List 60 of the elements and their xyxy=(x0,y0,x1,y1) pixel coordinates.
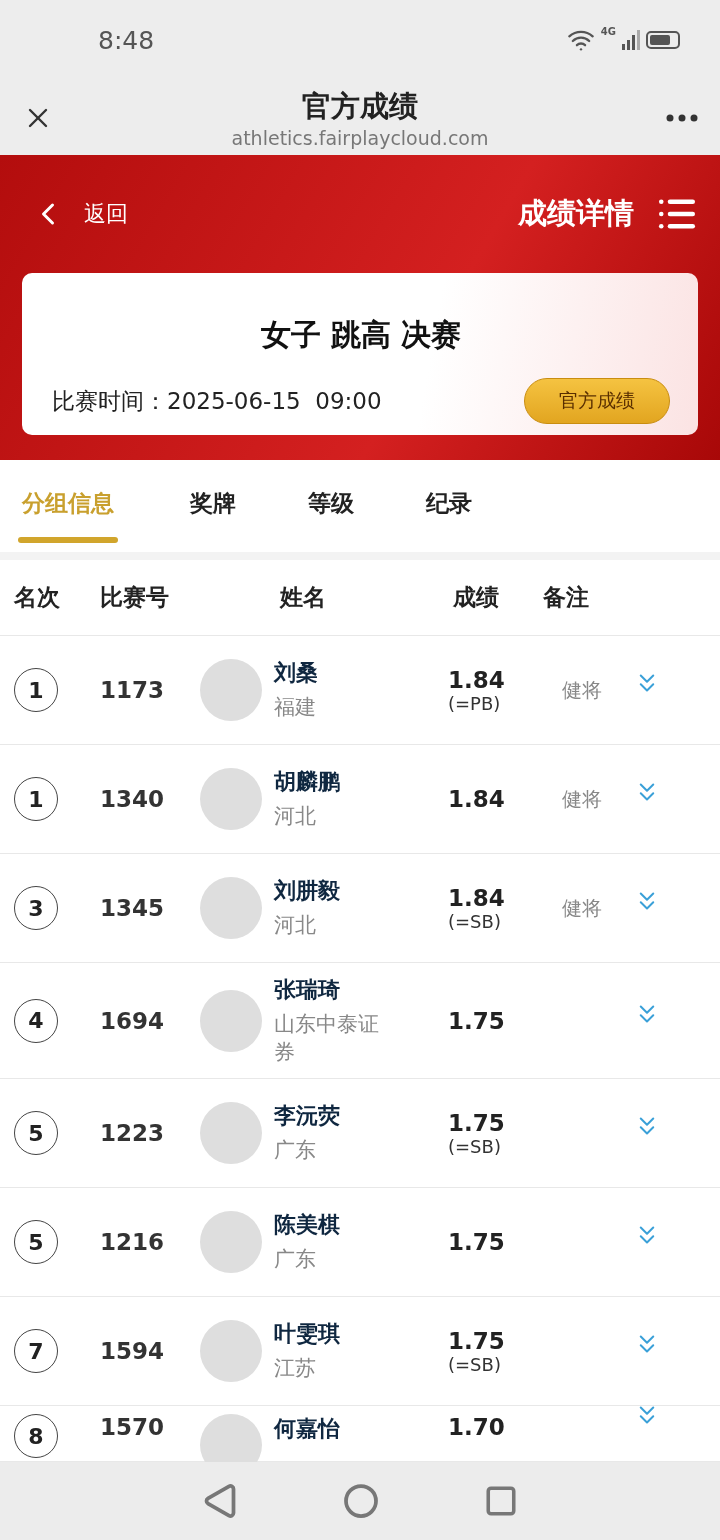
header-title: 成绩详情 xyxy=(518,195,634,232)
tab[interactable]: 等级 xyxy=(308,460,354,552)
athlete-team: 河北 xyxy=(274,803,317,831)
athlete-name: 何嘉怡 xyxy=(274,1415,341,1443)
result-mark: 1.84 xyxy=(448,884,506,911)
more-button[interactable] xyxy=(666,113,698,122)
tab[interactable]: 纪录 xyxy=(426,460,472,552)
athlete-name: 李沅荧 xyxy=(274,1102,341,1131)
athlete-team: 福建 xyxy=(274,694,317,722)
remark-text: 健将 xyxy=(562,895,602,920)
result-note: (=PB) xyxy=(448,692,502,714)
page-url: athletics.fairplaycloud.com xyxy=(231,126,489,149)
page-title: 官方成绩 xyxy=(302,87,418,125)
athlete-name: 胡麟鹏 xyxy=(274,768,341,797)
remark-text: 健将 xyxy=(562,786,602,811)
tab[interactable]: 奖牌 xyxy=(190,460,236,552)
column-header: 姓名 xyxy=(280,583,327,612)
result-note: (=SB) xyxy=(448,1353,502,1375)
column-header: 名次 xyxy=(14,583,61,612)
bib-number: 1694 xyxy=(100,1007,165,1034)
athlete-team: 江苏 xyxy=(274,1355,317,1383)
athlete-name: 陈美棋 xyxy=(274,1211,341,1240)
athlete-name: 叶雯琪 xyxy=(274,1320,341,1349)
remark-text: 健将 xyxy=(562,677,602,702)
event-time: 比赛时间：2025-06-15 09:00 xyxy=(52,386,382,416)
signal-icon xyxy=(622,30,640,50)
network-type: 4G xyxy=(600,26,616,37)
result-mark: 1.75 xyxy=(448,1007,506,1034)
status-time: 8:48 xyxy=(98,25,155,55)
bib-number: 1340 xyxy=(100,786,165,812)
bib-number: 1594 xyxy=(100,1338,165,1364)
result-mark: 1.70 xyxy=(448,1414,506,1440)
back-button[interactable]: 返回 xyxy=(22,196,128,232)
bib-number: 1570 xyxy=(100,1414,165,1440)
result-note: (=SB) xyxy=(448,1135,502,1157)
result-mark: 1.75 xyxy=(448,1327,506,1354)
column-header: 备注 xyxy=(543,583,590,612)
column-header: 成绩 xyxy=(453,583,500,612)
bib-number: 1173 xyxy=(100,677,165,703)
official-results-button[interactable]: 官方成绩 xyxy=(524,378,670,424)
home-nav-icon[interactable] xyxy=(343,1483,379,1519)
bib-number: 1216 xyxy=(100,1229,165,1255)
athlete-team: 山东中泰证券 xyxy=(274,1011,380,1066)
bib-number: 1223 xyxy=(100,1120,165,1146)
result-mark: 1.84 xyxy=(448,786,506,812)
column-header: 比赛号 xyxy=(100,583,170,612)
athlete-team: 广东 xyxy=(274,1246,317,1274)
athlete-name: 刘肼毅 xyxy=(274,877,341,906)
battery-icon xyxy=(646,31,680,49)
result-note: (=SB) xyxy=(448,910,502,932)
recents-nav-icon[interactable] xyxy=(483,1484,518,1518)
result-mark: 1.75 xyxy=(448,1229,506,1255)
athlete-name: 张瑞琦 xyxy=(274,976,341,1005)
athlete-team: 河北 xyxy=(274,912,317,940)
result-mark: 1.84 xyxy=(448,666,506,693)
bib-number: 1345 xyxy=(100,895,165,921)
athlete-team: 广东 xyxy=(274,1137,317,1165)
result-mark: 1.75 xyxy=(448,1109,506,1136)
event-title: 女子 跳高 决赛 xyxy=(259,316,463,354)
athlete-name: 刘桑 xyxy=(274,659,319,688)
